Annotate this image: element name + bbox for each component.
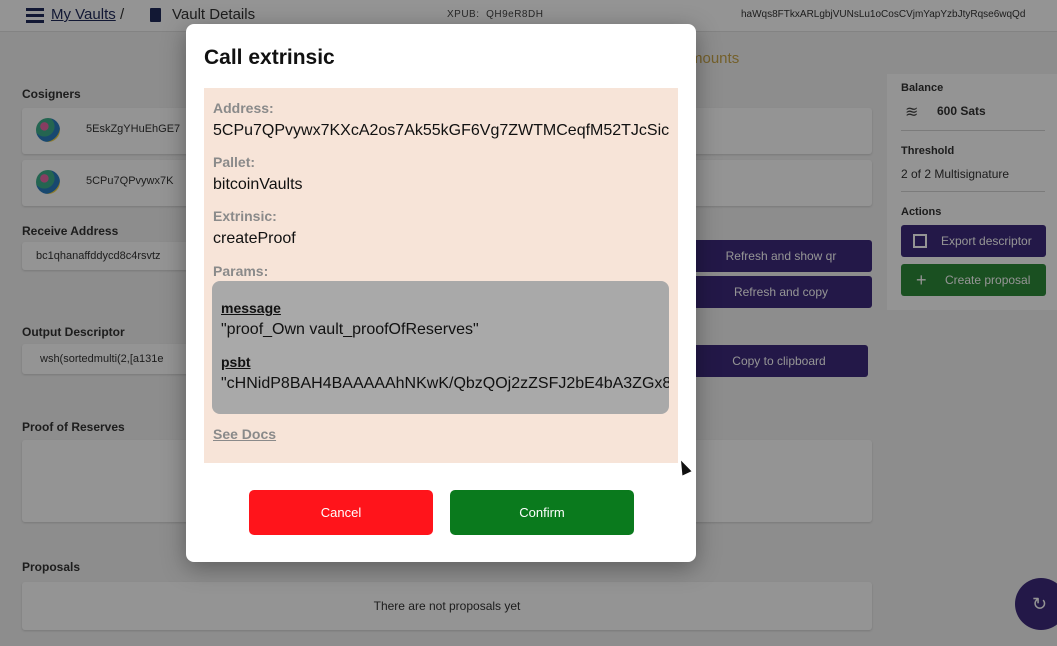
dialog-title: Call extrinsic bbox=[204, 46, 335, 69]
address-value: 5CPu7QPvywx7KXcA2os7Ak55kGF6Vg7ZWTMCeqfM… bbox=[213, 122, 670, 139]
extrinsic-details-panel: Address: 5CPu7QPvywx7KXcA2os7Ak55kGF6Vg7… bbox=[204, 88, 678, 463]
param-key-psbt: psbt bbox=[221, 354, 251, 370]
call-extrinsic-dialog: Call extrinsic Address: 5CPu7QPvywx7KXcA… bbox=[186, 24, 696, 562]
address-label: Address: bbox=[213, 100, 274, 116]
see-docs-link[interactable]: See Docs bbox=[213, 426, 276, 442]
param-value-message: "proof_Own vault_proofOfReserves" bbox=[221, 321, 479, 338]
param-value-psbt: "cHNidP8BAH4BAAAAAhNKwK/QbzQOj2zZSFJ2bE4… bbox=[221, 375, 669, 392]
extrinsic-value: createProof bbox=[213, 230, 296, 247]
param-key-message: message bbox=[221, 300, 281, 316]
params-panel[interactable]: message "proof_Own vault_proofOfReserves… bbox=[212, 281, 669, 414]
pallet-label: Pallet: bbox=[213, 154, 256, 170]
extrinsic-label: Extrinsic: bbox=[213, 208, 277, 224]
params-scroll-shadow bbox=[213, 273, 668, 281]
confirm-button[interactable]: Confirm bbox=[450, 490, 634, 535]
pallet-value: bitcoinVaults bbox=[213, 176, 303, 193]
cancel-button[interactable]: Cancel bbox=[249, 490, 433, 535]
